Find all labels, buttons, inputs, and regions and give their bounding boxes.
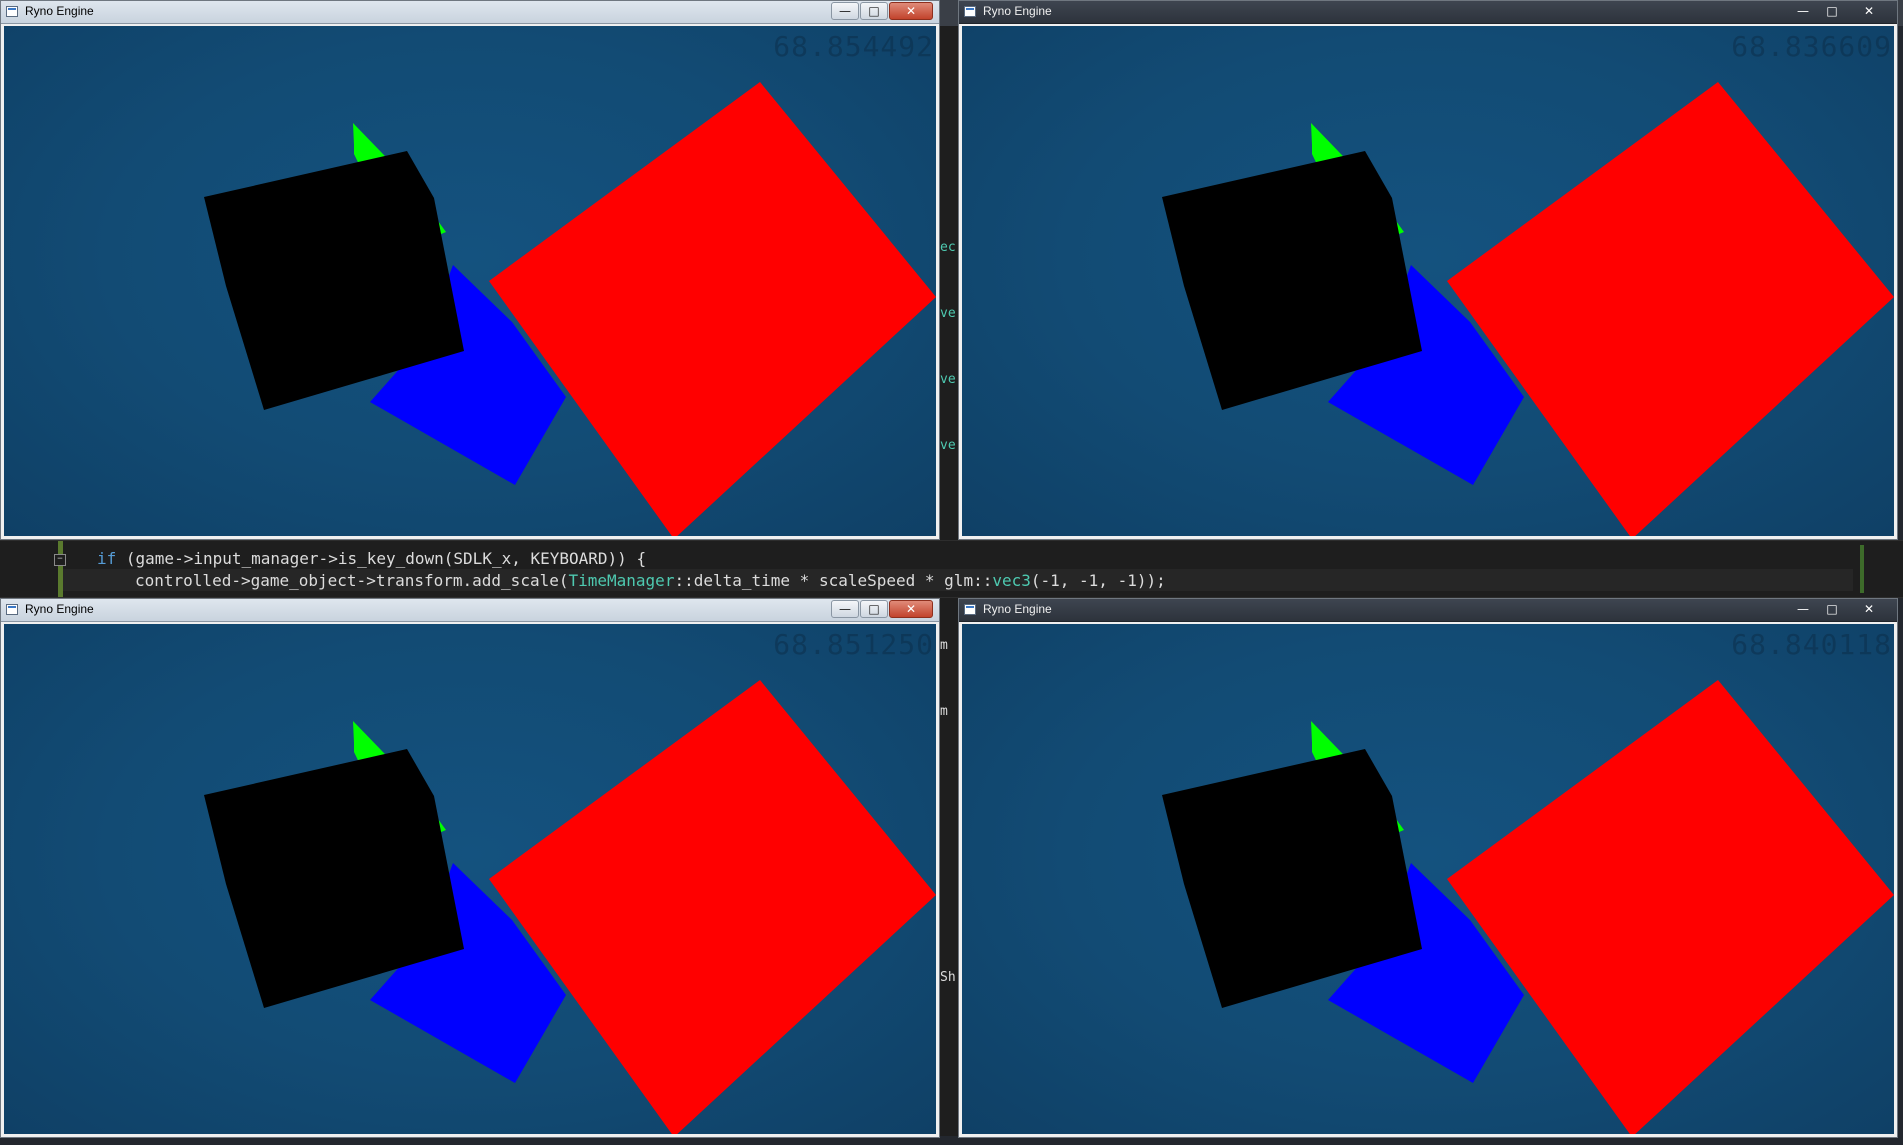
app-icon (6, 604, 18, 615)
titlebar[interactable]: Ryno Engine — □ ✕ (959, 1, 1897, 24)
fps-counter: 68.840118 (1731, 628, 1892, 661)
render-viewport[interactable]: 68.840118 (962, 624, 1894, 1134)
close-button[interactable]: ✕ (1847, 2, 1891, 20)
window-title: Ryno Engine (25, 602, 94, 616)
titlebar[interactable]: Ryno Engine — □ ✕ (1, 599, 939, 622)
close-button[interactable]: ✕ (1847, 600, 1891, 618)
app-icon (964, 604, 976, 615)
window-title: Ryno Engine (25, 4, 94, 18)
fps-counter: 68.851250 (773, 628, 934, 661)
scene-render (1162, 82, 1894, 536)
close-button[interactable]: ✕ (889, 2, 933, 20)
ide-fragment: ve (940, 306, 956, 321)
game-window[interactable]: Ryno Engine — □ ✕ 68.854492 (0, 0, 940, 540)
titlebar[interactable]: Ryno Engine — □ ✕ (1, 1, 939, 24)
ide-fragment: ve (940, 372, 956, 387)
minimize-button[interactable]: — (831, 2, 859, 20)
ide-fragment: ve (940, 438, 956, 453)
code-text: ::delta_time * scaleSpeed * glm:: (674, 571, 993, 590)
maximize-button[interactable]: □ (1818, 600, 1846, 618)
scene-render (204, 680, 936, 1134)
code-type: vec3 (992, 571, 1031, 590)
minimize-button[interactable]: — (1789, 600, 1817, 618)
window-title: Ryno Engine (983, 602, 1052, 616)
maximize-button[interactable]: □ (860, 2, 888, 20)
render-viewport[interactable]: 68.836609 (962, 26, 1894, 536)
ide-fragment: ec (940, 240, 956, 255)
ide-fragment: m (940, 638, 948, 653)
ide-fragment: Sh (940, 970, 956, 985)
app-icon (964, 6, 976, 17)
render-viewport[interactable]: 68.851250 (4, 624, 936, 1134)
maximize-button[interactable]: □ (860, 600, 888, 618)
game-window[interactable]: Ryno Engine — □ ✕ 68.851250 (0, 598, 940, 1138)
minimize-button[interactable]: — (831, 600, 859, 618)
titlebar[interactable]: Ryno Engine — □ ✕ (959, 599, 1897, 622)
red-quad (1447, 82, 1894, 536)
minimize-button[interactable]: — (1789, 2, 1817, 20)
game-window[interactable]: Ryno Engine — □ ✕ 68.840118 (958, 598, 1898, 1138)
window-title: Ryno Engine (983, 4, 1052, 18)
app-icon (6, 6, 18, 17)
game-window[interactable]: Ryno Engine — □ ✕ 68.836609 (958, 0, 1898, 540)
code-keyword: if (97, 549, 117, 568)
fps-counter: 68.854492 (773, 30, 934, 63)
code-text: (game->input_manager->is_key_down(SDLK_x… (116, 549, 647, 568)
close-button[interactable]: ✕ (889, 600, 933, 618)
maximize-button[interactable]: □ (1818, 2, 1846, 20)
render-viewport[interactable]: 68.854492 (4, 26, 936, 536)
change-marker (1860, 545, 1864, 593)
red-quad (1447, 680, 1894, 1134)
scene-render (1162, 680, 1894, 1134)
code-text: controlled->game_object->transform.add_s… (135, 571, 569, 590)
collapse-icon[interactable]: − (54, 554, 66, 566)
fps-counter: 68.836609 (1731, 30, 1892, 63)
code-line[interactable]: controlled->game_object->transform.add_s… (135, 571, 1166, 590)
code-line[interactable]: if (game->input_manager->is_key_down(SDL… (97, 549, 646, 568)
code-text: (-1, -1, -1)); (1030, 571, 1166, 590)
red-quad (489, 680, 936, 1134)
code-editor-strip[interactable]: − if (game->input_manager->is_key_down(S… (0, 540, 1903, 598)
scene-render (204, 82, 936, 536)
ide-fragment: m (940, 704, 948, 719)
red-quad (489, 82, 936, 536)
code-type: TimeManager (568, 571, 675, 590)
